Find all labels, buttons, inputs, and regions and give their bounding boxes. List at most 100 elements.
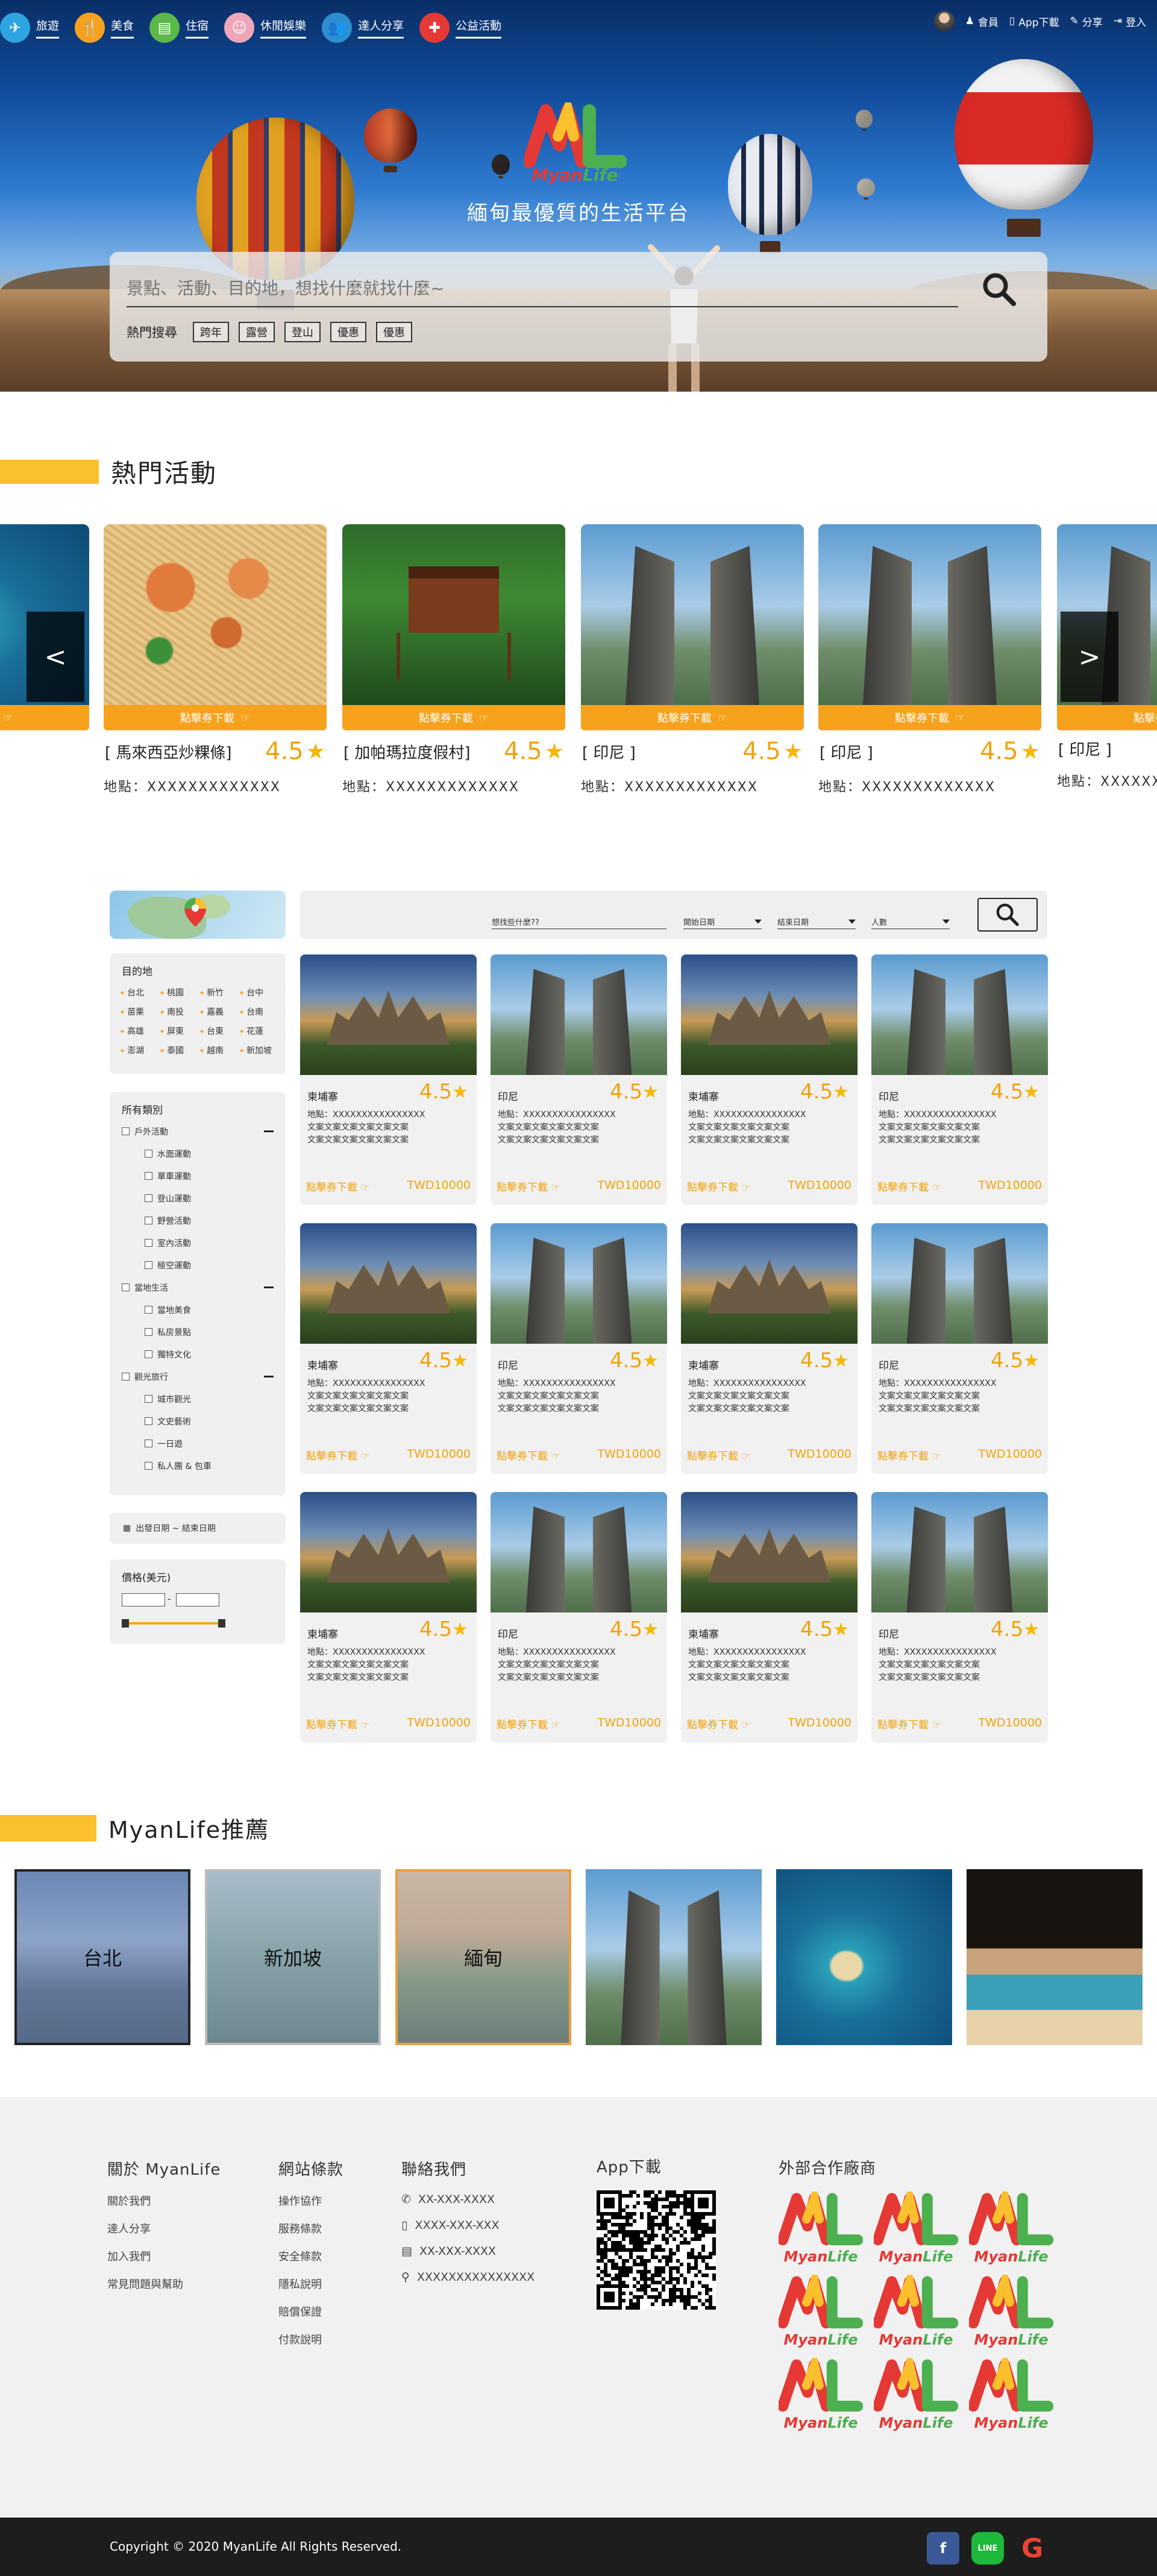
app-download-link[interactable]: ▯ App下載 (1009, 14, 1059, 29)
activity-card[interactable]: 柬埔寨 4.5 ★ 地點：XXXXXXXXXXXXXXXX 文案文案文案文案文案文案 文案… (681, 1223, 858, 1474)
checkbox[interactable] (145, 1462, 152, 1470)
search-input[interactable] (127, 270, 958, 307)
destination-item[interactable]: 越南 (199, 1044, 239, 1056)
search-button[interactable] (975, 265, 1023, 313)
partner-logo[interactable]: MyanLife (873, 2266, 959, 2349)
partner-logo[interactable]: MyanLife (968, 2183, 1054, 2266)
partner-logo[interactable]: MyanLife (777, 2266, 864, 2349)
hot-tag[interactable]: 優惠 (376, 322, 412, 342)
keyword-field[interactable]: 想找些什麼?? (492, 915, 666, 929)
checkbox[interactable] (145, 1239, 152, 1247)
subcategory-row[interactable]: 城市觀光 (122, 1388, 286, 1410)
collapse-minus-icon[interactable] (264, 1286, 274, 1288)
hot-card[interactable]: 點擊券下載 ☞ [ 印尼 ] 4.5 ★ 地點：XXXXXXXXXXXXX (818, 524, 1041, 795)
checkbox[interactable] (145, 1194, 152, 1202)
member-link[interactable]: ♟ 會員 (965, 14, 999, 29)
recommend-card[interactable]: 台北 (14, 1869, 190, 2045)
hot-tag[interactable]: 露營 (239, 322, 275, 342)
download-ticket-button[interactable]: 點擊券下載 ☞ (877, 1447, 941, 1462)
recommend-card[interactable]: 新加坡 (205, 1869, 381, 2045)
facebook-icon[interactable]: f (927, 2532, 959, 2565)
subcategory-row[interactable]: 私人團 & 包車 (122, 1455, 286, 1477)
destination-item[interactable]: 台中 (239, 986, 278, 998)
download-ticket-button[interactable]: 點擊券下載☞ (1057, 705, 1157, 730)
nav-item-1[interactable]: 🍴 美食 (75, 11, 134, 45)
footer-link[interactable]: 加入我們 (107, 2248, 221, 2264)
collapse-minus-icon[interactable] (264, 1376, 274, 1377)
start-date-select[interactable]: 開始日期 (683, 915, 762, 929)
download-ticket-button[interactable]: 點擊券下載 ☞ (497, 1716, 560, 1731)
activity-card[interactable]: 印尼 4.5 ★ 地點：XXXXXXXXXXXXXXXX 文案文案文案文案文案文案 文案文… (491, 1223, 667, 1474)
qr-code[interactable] (597, 2190, 716, 2310)
checkbox[interactable] (145, 1261, 152, 1269)
subcategory-row[interactable]: 當地美食 (122, 1299, 286, 1321)
recommend-card[interactable]: 緬甸 (395, 1869, 571, 2045)
hot-tag[interactable]: 跨年 (193, 322, 229, 342)
share-link[interactable]: ✎ 分享 (1070, 14, 1103, 29)
destination-item[interactable]: 屏東 (159, 1025, 199, 1037)
download-ticket-button[interactable]: 點擊券下載 ☞ (687, 1179, 751, 1194)
activity-card[interactable]: 柬埔寨 4.5 ★ 地點：XXXXXXXXXXXXXXXX 文案文案文案文案文案文案 文案… (681, 1492, 858, 1743)
subcategory-row[interactable]: 登山運動 (122, 1187, 286, 1209)
partner-logo[interactable]: MyanLife (777, 2349, 864, 2433)
nav-item-5[interactable]: ✚ 公益活動 (419, 11, 502, 45)
destination-item[interactable]: 新加坡 (239, 1044, 278, 1056)
subcategory-row[interactable]: 私房景點 (122, 1321, 286, 1343)
download-ticket-button[interactable]: 點擊券下載☞ (818, 705, 1041, 730)
partner-logo[interactable]: MyanLife (873, 2349, 959, 2433)
checkbox[interactable] (122, 1283, 130, 1291)
price-slider-track[interactable] (124, 1622, 222, 1625)
partner-logo[interactable]: MyanLife (968, 2266, 1054, 2349)
footer-link[interactable]: 安全條款 (278, 2248, 343, 2264)
category-row[interactable]: 當地生活 (122, 1276, 286, 1299)
checkbox[interactable] (145, 1395, 152, 1403)
carousel-prev-button[interactable]: < (27, 612, 84, 702)
checkbox[interactable] (145, 1150, 152, 1158)
footer-link[interactable]: 操作協作 (278, 2193, 343, 2208)
collapse-minus-icon[interactable] (264, 1130, 274, 1132)
subcategory-row[interactable]: 一日遊 (122, 1432, 286, 1455)
download-ticket-button[interactable]: 點擊券下載 ☞ (306, 1716, 370, 1731)
checkbox[interactable] (145, 1306, 152, 1314)
checkbox[interactable] (145, 1328, 152, 1336)
price-slider-handle-max[interactable] (218, 1619, 225, 1628)
hot-tag[interactable]: 登山 (284, 322, 321, 342)
recommend-card[interactable] (776, 1869, 952, 2045)
checkbox[interactable] (122, 1127, 130, 1135)
checkbox[interactable] (145, 1172, 152, 1180)
destination-item[interactable]: 嘉義 (199, 1006, 239, 1018)
line-icon[interactable]: LINE (971, 2532, 1004, 2565)
brand-logo[interactable]: MyanLife (522, 92, 627, 187)
activity-card[interactable]: 柬埔寨 4.5 ★ 地點：XXXXXXXXXXXXXXXX 文案文案文案文案文案文案 文案… (300, 1492, 477, 1743)
destination-item[interactable]: 苗栗 (119, 1006, 159, 1018)
carousel-next-button[interactable]: > (1061, 612, 1118, 702)
footer-link[interactable]: 隱私說明 (278, 2276, 343, 2292)
activity-card[interactable]: 印尼 4.5 ★ 地點：XXXXXXXXXXXXXXXX 文案文案文案文案文案文案 文案文… (871, 1223, 1048, 1474)
hot-card[interactable]: 點擊券下載 ☞ [ 加帕瑪拉度假村] 4.5 ★ 地點：XXXXXXXXXXXXX (342, 524, 565, 795)
destination-item[interactable]: 台東 (199, 1025, 239, 1037)
hot-card[interactable]: 點擊券下載 ☞ [ 馬來西亞炒粿條] 4.5 ★ 地點：XXXXXXXXXXXXX (104, 524, 327, 795)
checkbox[interactable] (145, 1217, 152, 1224)
end-date-select[interactable]: 結束日期 (777, 915, 856, 929)
recommend-card[interactable] (967, 1869, 1143, 2045)
download-ticket-button[interactable]: 點擊券下載 ☞ (687, 1716, 751, 1731)
activity-card[interactable]: 柬埔寨 4.5 ★ 地點：XXXXXXXXXXXXXXXX 文案文案文案文案文案文案 文案… (300, 954, 477, 1205)
map-thumbnail[interactable] (110, 891, 286, 939)
nav-item-0[interactable]: ✈ 旅遊 (0, 11, 60, 45)
download-ticket-button[interactable]: 點擊券下載 ☞ (687, 1447, 751, 1462)
destination-item[interactable]: 澎湖 (119, 1044, 159, 1056)
subcategory-row[interactable]: 水面運動 (122, 1142, 286, 1165)
activity-card[interactable]: 印尼 4.5 ★ 地點：XXXXXXXXXXXXXXXX 文案文案文案文案文案文案 文案文… (491, 954, 667, 1205)
partner-logo[interactable]: MyanLife (777, 2183, 864, 2266)
partner-logo[interactable]: MyanLife (873, 2183, 959, 2266)
people-select[interactable]: 人數 (871, 915, 950, 929)
google-icon[interactable]: G (1016, 2532, 1049, 2565)
activity-card[interactable]: 柬埔寨 4.5 ★ 地點：XXXXXXXXXXXXXXXX 文案文案文案文案文案文案 文案… (300, 1223, 477, 1474)
destination-item[interactable]: 台北 (119, 986, 159, 998)
destination-item[interactable]: 新竹 (199, 986, 239, 998)
destination-item[interactable]: 花蓮 (239, 1025, 278, 1037)
download-ticket-button[interactable]: 點擊券下載☞ (581, 705, 804, 730)
footer-link[interactable]: 常見問題與幫助 (107, 2276, 221, 2292)
category-row[interactable]: 戶外活動 (122, 1120, 286, 1142)
destination-item[interactable]: 桃園 (159, 986, 199, 998)
